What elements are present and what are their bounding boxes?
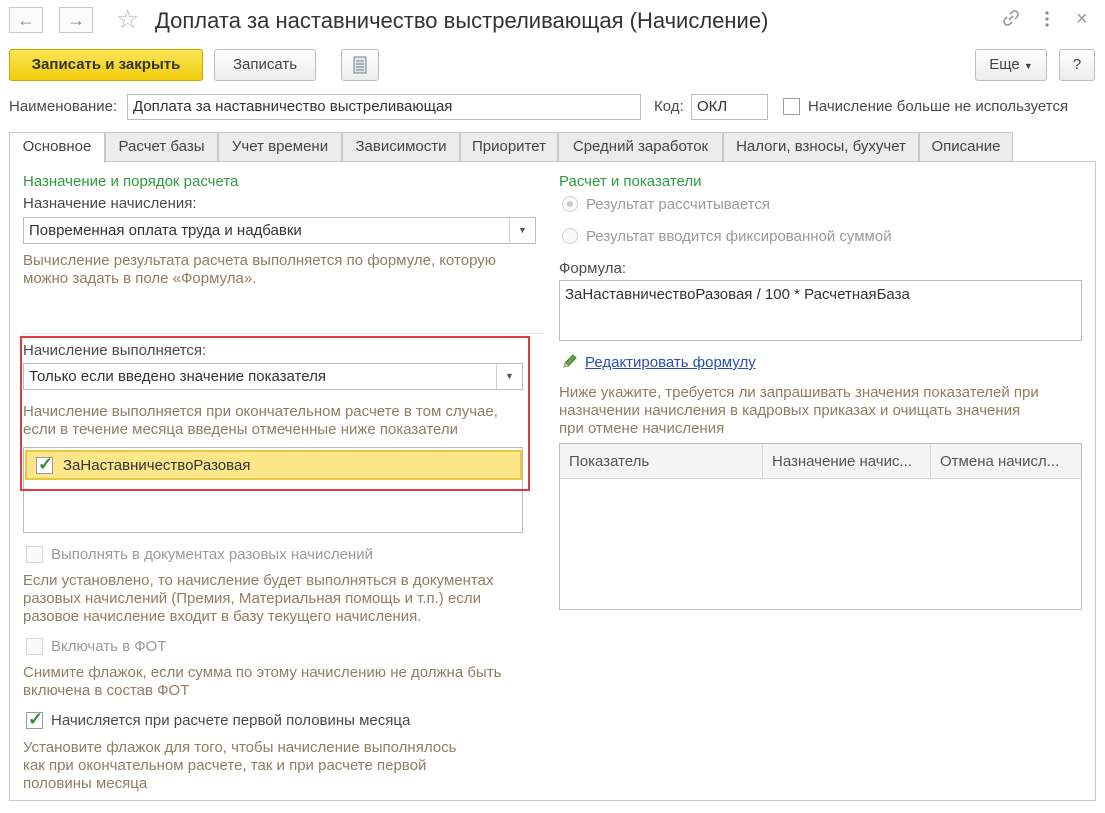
radio-fixed[interactable] <box>562 228 578 244</box>
column-header-indicator[interactable]: Показатель <box>560 445 763 478</box>
tab-description[interactable]: Описание <box>919 132 1013 162</box>
not-used-checkbox[interactable] <box>783 98 800 115</box>
help-button[interactable]: ? <box>1059 49 1095 81</box>
one-time-docs-label: Выполнять в документах разовых начислени… <box>51 546 373 563</box>
one-time-hint-line-3: разовое начисление входит в базу текущег… <box>23 608 422 625</box>
fot-checkbox[interactable] <box>26 638 43 655</box>
fot-hint-line-2: включена в состав ФОТ <box>23 682 190 699</box>
arrow-right-icon: → <box>67 10 85 30</box>
column-header-cancel[interactable]: Отмена начисл... <box>931 445 1081 478</box>
indicators-hint-line-2: назначении начисления в кадровых приказа… <box>559 402 1021 419</box>
more-vertical-icon[interactable] <box>1044 10 1050 33</box>
tab-priority[interactable]: Приоритет <box>460 132 558 162</box>
active-tab-joint <box>10 161 104 163</box>
save-button[interactable]: Записать <box>214 49 316 81</box>
document-list-icon <box>353 56 367 74</box>
fot-label: Включать в ФОТ <box>51 638 167 655</box>
not-used-label: Начисление больше не используется <box>808 98 1069 115</box>
close-icon[interactable]: × <box>1076 8 1088 31</box>
tab-taxes[interactable]: Налоги, взносы, бухучет <box>723 132 919 162</box>
calc-section-title: Расчет и показатели <box>559 173 702 190</box>
more-label: Еще <box>989 56 1020 73</box>
first-half-hint-line-2: как при окончательном расчете, так и при… <box>23 757 427 774</box>
radio-fixed-label: Результат вводится фиксированной суммой <box>586 228 892 245</box>
link-icon[interactable] <box>1001 8 1021 33</box>
purpose-select-value: Повременная оплата труда и надбавки <box>29 222 302 239</box>
tab-base-calculation[interactable]: Расчет базы <box>105 132 218 162</box>
purpose-select[interactable]: Повременная оплата труда и надбавки ▼ <box>23 217 536 244</box>
star-icon[interactable]: ☆ <box>116 4 139 35</box>
tab-time-accounting[interactable]: Учет времени <box>218 132 342 162</box>
save-and-close-button[interactable]: Записать и закрыть <box>9 49 203 81</box>
first-half-checkbox[interactable]: ✓ <box>26 709 44 729</box>
tab-dependencies[interactable]: Зависимости <box>342 132 460 162</box>
code-label: Код: <box>654 98 684 115</box>
name-input[interactable]: Доплата за наставничество выстреливающая <box>127 94 641 120</box>
tab-average-earnings[interactable]: Средний заработок <box>558 132 723 162</box>
column-header-assignment[interactable]: Назначение начис... <box>763 445 931 478</box>
checkmark-icon: ✓ <box>28 709 44 729</box>
radio-calculated[interactable] <box>562 196 578 212</box>
window-title: Доплата за наставничество выстреливающая… <box>155 8 769 33</box>
indicators-hint-line-3: при отмене начисления <box>559 420 725 437</box>
highlight-frame <box>20 336 530 491</box>
code-input[interactable]: ОКЛ <box>691 94 768 120</box>
edit-formula-link[interactable]: Редактировать формулу <box>585 354 756 371</box>
radio-calculated-label: Результат рассчитывается <box>586 196 771 213</box>
tab-main[interactable]: Основное <box>9 132 105 163</box>
name-label: Наименование: <box>9 98 118 115</box>
one-time-hint-line-1: Если установлено, то начисление будет вы… <box>23 572 494 589</box>
pencil-icon <box>561 352 579 373</box>
first-half-label: Начисляется при расчете первой половины … <box>51 712 411 729</box>
back-button[interactable]: ← <box>9 7 43 33</box>
formula-textarea[interactable]: ЗаНаставничествоРазовая / 100 * Расчетна… <box>559 280 1082 341</box>
purpose-section-title: Назначение и порядок расчета <box>23 173 239 190</box>
formula-label: Формула: <box>559 260 627 277</box>
fot-hint-line-1: Снимите флажок, если сумма по этому начи… <box>23 664 502 681</box>
report-button[interactable] <box>341 49 379 81</box>
first-half-hint-line-3: половины месяца <box>23 775 148 792</box>
purpose-label: Назначение начисления: <box>23 195 197 212</box>
purpose-hint-line-2: можно задать в поле «Формула». <box>23 270 257 287</box>
one-time-hint-line-2: разовых начислений (Премия, Материальная… <box>23 590 481 607</box>
arrow-left-icon: ← <box>17 10 35 30</box>
purpose-hint-line-1: Вычисление результата расчета выполняетс… <box>23 252 497 269</box>
first-half-hint-line-1: Установите флажок для того, чтобы начисл… <box>23 739 457 756</box>
indicators-hint-line-1: Ниже укажите, требуется ли запрашивать з… <box>559 384 1039 401</box>
one-time-docs-checkbox[interactable] <box>26 546 43 563</box>
more-menu-button[interactable]: Еще ▼ <box>975 49 1047 81</box>
forward-button[interactable]: → <box>59 7 93 33</box>
separator <box>23 333 543 334</box>
chevron-down-icon[interactable]: ▼ <box>509 218 535 243</box>
chevron-down-icon: ▼ <box>1023 61 1033 71</box>
